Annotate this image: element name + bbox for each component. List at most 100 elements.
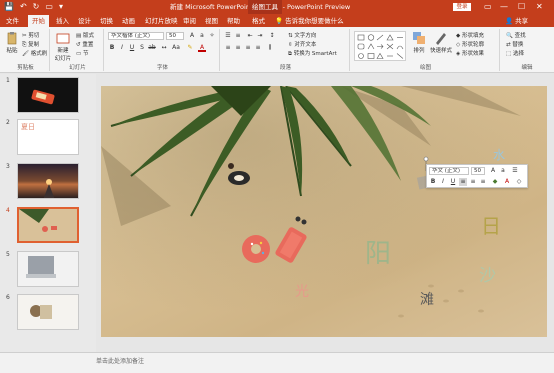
copy-button[interactable]: ⎘ 复制 bbox=[22, 40, 39, 49]
highlight-icon[interactable]: ✎ bbox=[186, 44, 194, 52]
mini-align-right-icon[interactable]: ≡ bbox=[479, 178, 487, 186]
redo-icon[interactable]: ↻ bbox=[33, 2, 40, 12]
word-sun-char-yang[interactable]: 阳 bbox=[365, 233, 391, 270]
char-spacing-icon[interactable]: ↔ bbox=[160, 44, 168, 52]
shadow-icon[interactable]: S bbox=[138, 44, 146, 52]
font-color-icon[interactable]: A bbox=[198, 44, 206, 52]
tell-me-search[interactable]: 💡 告诉我你想要做什么 bbox=[275, 16, 344, 26]
notes-pane[interactable]: 单击此处添加备注 bbox=[0, 352, 554, 373]
justify-icon[interactable]: ≡ bbox=[254, 44, 262, 52]
tab-help[interactable]: 帮助 bbox=[227, 16, 240, 26]
align-text-button[interactable]: ⇳ 对齐文本 bbox=[288, 40, 316, 48]
paste-button[interactable]: 粘贴 bbox=[4, 31, 20, 54]
smartart-button[interactable]: ⧉ 转换为 SmartArt bbox=[288, 49, 337, 58]
shapes-gallery[interactable] bbox=[354, 31, 406, 61]
mini-bullets-icon[interactable]: ☰ bbox=[511, 167, 519, 175]
slide-thumbnail[interactable] bbox=[17, 163, 79, 199]
replace-button[interactable]: ⇄ 替换 bbox=[506, 40, 523, 48]
slide-thumbnail[interactable] bbox=[17, 77, 79, 113]
shape-fill-button[interactable]: ◆ 形状填充 bbox=[456, 31, 484, 39]
mini-font-name[interactable]: 华文 (正文) bbox=[429, 167, 469, 175]
clear-format-icon[interactable]: ✧ bbox=[208, 32, 216, 40]
word-water-char-shui[interactable]: 水 bbox=[493, 146, 505, 163]
select-button[interactable]: ⬚ 选择 bbox=[506, 49, 524, 57]
cut-button[interactable]: ✂ 剪切 bbox=[22, 31, 39, 39]
mini-font-color-icon[interactable]: A bbox=[503, 178, 511, 186]
strikethrough-icon[interactable]: ab bbox=[148, 44, 156, 52]
shape-effects-button[interactable]: ◈ 形状效果 bbox=[456, 49, 484, 57]
present-icon[interactable]: ▭ bbox=[45, 2, 53, 12]
numbering-icon[interactable]: ≡ bbox=[234, 32, 242, 40]
tab-design[interactable]: 设计 bbox=[78, 16, 91, 26]
arrange-button[interactable]: 排列 bbox=[410, 31, 428, 54]
minimize-icon[interactable]: — bbox=[500, 1, 508, 13]
cut-label: 剪切 bbox=[28, 33, 40, 39]
ribbon-display-icon[interactable]: ▭ bbox=[484, 1, 492, 13]
slide-thumbnail[interactable] bbox=[17, 294, 79, 330]
change-case-icon[interactable]: Aa bbox=[172, 44, 180, 52]
slide-canvas[interactable]: 阳 光 日 沙 滩 水 bbox=[101, 86, 547, 337]
mini-grow-font-icon[interactable]: A bbox=[489, 167, 497, 175]
columns-icon[interactable]: ⫼ bbox=[266, 44, 274, 52]
quick-styles-button[interactable]: 快速样式 bbox=[430, 31, 452, 54]
align-right-icon[interactable]: ≡ bbox=[244, 44, 252, 52]
tab-slideshow[interactable]: 幻灯片放映 bbox=[145, 16, 178, 26]
shrink-font-icon[interactable]: a bbox=[198, 32, 206, 40]
mini-font-size[interactable]: 50 bbox=[471, 167, 485, 175]
tab-animations[interactable]: 动画 bbox=[122, 16, 135, 26]
mini-fill-icon[interactable]: ◆ bbox=[491, 178, 499, 186]
mini-outline-icon[interactable]: ◇ bbox=[515, 178, 523, 186]
share-button[interactable]: 👤 共享 bbox=[505, 16, 528, 26]
slide-thumbnail-selected[interactable] bbox=[17, 207, 79, 243]
new-slide-button[interactable]: 新建 幻灯片 bbox=[54, 31, 72, 62]
bullets-icon[interactable]: ☰ bbox=[224, 32, 232, 40]
align-left-icon[interactable]: ≡ bbox=[224, 44, 232, 52]
mini-italic-icon[interactable]: I bbox=[439, 178, 447, 186]
context-tab-drawing-tools: 绘图工具 bbox=[248, 0, 282, 14]
underline-icon[interactable]: U bbox=[128, 44, 136, 52]
mini-align-left-icon[interactable]: ≡ bbox=[459, 178, 467, 186]
word-sun-char-ri[interactable]: 日 bbox=[481, 210, 501, 239]
bold-icon[interactable]: B bbox=[108, 44, 116, 52]
mini-bold-icon[interactable]: B bbox=[429, 178, 437, 186]
font-size-box[interactable]: 50 bbox=[166, 32, 184, 40]
layout-button[interactable]: ▤ 版式 bbox=[76, 31, 94, 39]
mini-shrink-font-icon[interactable]: a bbox=[499, 167, 507, 175]
undo-icon[interactable]: ↶ bbox=[20, 2, 27, 12]
mini-align-center-icon[interactable]: ≡ bbox=[469, 178, 477, 186]
text-direction-button[interactable]: ⇅ 文字方向 bbox=[288, 31, 316, 39]
customize-qat-icon[interactable]: ▾ bbox=[59, 2, 63, 12]
line-spacing-icon[interactable]: ↕ bbox=[268, 32, 276, 40]
italic-icon[interactable]: I bbox=[118, 44, 126, 52]
find-button[interactable]: 🔍 查找 bbox=[506, 31, 526, 39]
format-painter-button[interactable]: 🖌 格式刷 bbox=[22, 49, 47, 57]
grow-font-icon[interactable]: A bbox=[188, 32, 196, 40]
tab-format[interactable]: 格式 bbox=[252, 16, 265, 26]
align-center-icon[interactable]: ≡ bbox=[234, 44, 242, 52]
replace-label: 替换 bbox=[512, 42, 524, 48]
save-icon[interactable]: 💾 bbox=[4, 2, 14, 12]
word-beach-char-sha[interactable]: 沙 bbox=[479, 261, 496, 286]
section-button[interactable]: ▭ 节 bbox=[76, 49, 88, 57]
tab-insert[interactable]: 插入 bbox=[56, 16, 69, 26]
close-icon[interactable]: ✕ bbox=[536, 1, 543, 13]
tab-view[interactable]: 视图 bbox=[205, 16, 218, 26]
maximize-icon[interactable]: ☐ bbox=[518, 1, 525, 13]
slide-thumbnail[interactable] bbox=[17, 251, 79, 287]
tab-review[interactable]: 审阅 bbox=[183, 16, 196, 26]
tab-file[interactable]: 文件 bbox=[6, 16, 19, 26]
slide-thumbnail[interactable]: 夏日 bbox=[17, 119, 79, 155]
slide-thumbnail-panel[interactable]: 1 2 夏日 3 4 5 6 bbox=[0, 74, 96, 352]
reset-button[interactable]: ↺ 重置 bbox=[76, 40, 93, 48]
tab-home[interactable]: 开始 bbox=[28, 15, 49, 27]
decrease-indent-icon[interactable]: ⇤ bbox=[246, 32, 254, 40]
shape-outline-button[interactable]: ◇ 形状轮廓 bbox=[456, 40, 484, 48]
word-sun-char-guang[interactable]: 光 bbox=[295, 281, 309, 301]
word-beach-char-tan[interactable]: 滩 bbox=[420, 289, 434, 309]
login-button[interactable]: 登录 bbox=[453, 3, 471, 11]
tab-transitions[interactable]: 切换 bbox=[100, 16, 113, 26]
mini-underline-icon[interactable]: U bbox=[449, 178, 457, 186]
ribbon: 粘贴 ✂ 剪切 ⎘ 复制 🖌 格式刷 剪贴板 新建 幻灯片 ▤ 版式 ↺ 重置 … bbox=[0, 27, 554, 73]
font-name-box[interactable]: 华文楷体 (正文) bbox=[108, 32, 164, 40]
increase-indent-icon[interactable]: ⇥ bbox=[256, 32, 264, 40]
